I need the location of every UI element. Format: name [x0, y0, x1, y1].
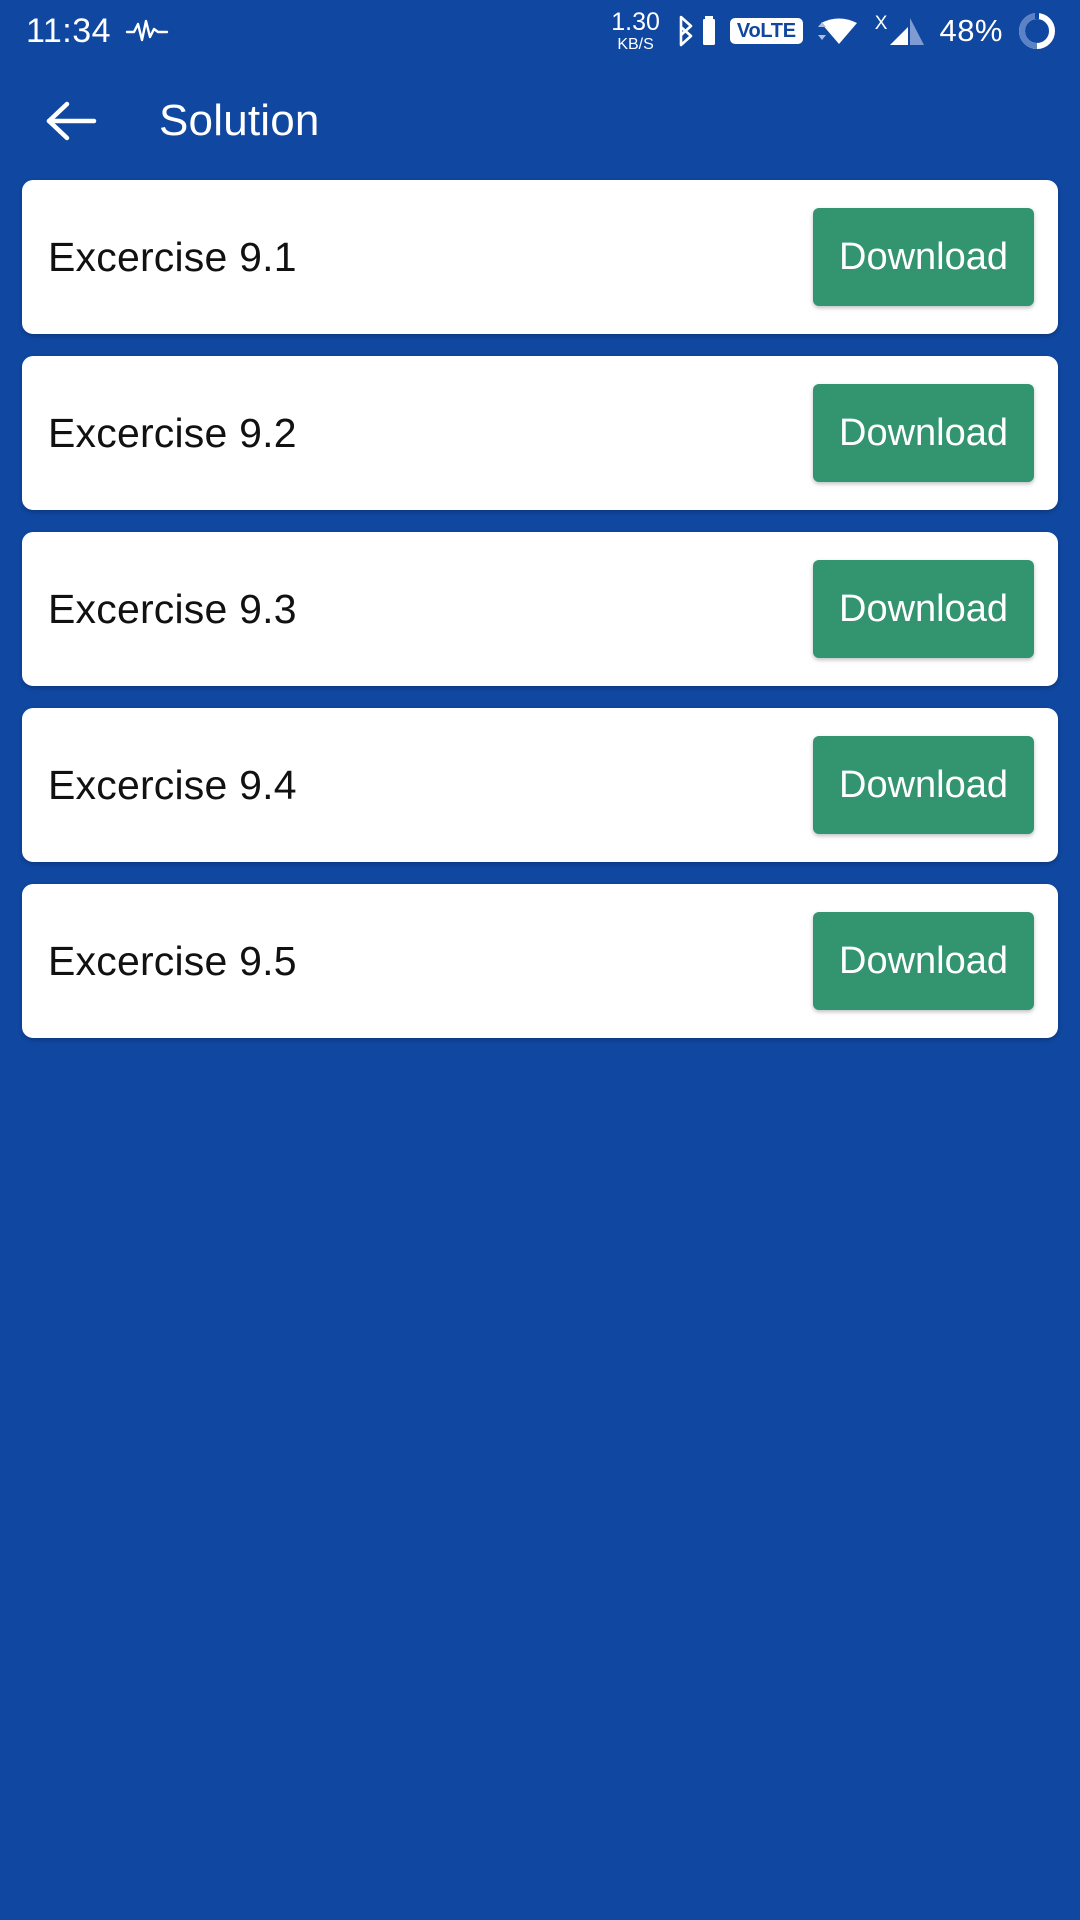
network-speed-indicator: 1.30 KB/S	[611, 7, 660, 53]
download-button[interactable]: Download	[813, 912, 1034, 1010]
exercise-label: Excercise 9.2	[48, 409, 297, 456]
status-bar-left: 11:34	[26, 14, 169, 48]
battery-ring-icon	[1019, 12, 1055, 49]
volte-badge: VoLTE	[729, 18, 803, 44]
wifi-icon	[816, 14, 862, 48]
exercise-label: Excercise 9.4	[48, 761, 297, 808]
status-bar-right: 1.30 KB/S VoLTE X 48%	[611, 7, 1058, 53]
download-button[interactable]: Download	[813, 384, 1034, 482]
pulse-icon	[125, 19, 169, 42]
signal-no-sim-mark: X	[874, 13, 888, 34]
list-item[interactable]: Excercise 9.4 Download	[22, 708, 1058, 862]
download-button[interactable]: Download	[813, 736, 1034, 834]
battery-percent-label: 48%	[939, 13, 1003, 48]
network-speed-unit: KB/S	[617, 35, 654, 53]
app-bar: Solution	[0, 62, 1080, 180]
bluetooth-battery-icon	[702, 16, 715, 45]
status-clock: 11:34	[26, 12, 112, 50]
download-button[interactable]: Download	[813, 560, 1034, 658]
exercise-list: Excercise 9.1 Download Excercise 9.2 Dow…	[0, 180, 1080, 1038]
list-item[interactable]: Excercise 9.2 Download	[22, 356, 1058, 510]
bluetooth-battery-group	[673, 13, 717, 49]
list-item[interactable]: Excercise 9.1 Download	[22, 180, 1058, 334]
exercise-label: Excercise 9.3	[48, 585, 297, 632]
download-button[interactable]: Download	[813, 208, 1034, 306]
back-button[interactable]	[40, 89, 104, 153]
signal-bars-icon: X	[875, 14, 927, 48]
network-speed-value: 1.30	[611, 7, 660, 36]
arrow-left-icon	[46, 101, 97, 141]
list-item[interactable]: Excercise 9.5 Download	[22, 884, 1058, 1038]
exercise-label: Excercise 9.1	[48, 233, 297, 280]
status-bar: 11:34 1.30 KB/S VoLTE X 48%	[0, 0, 1080, 62]
exercise-label: Excercise 9.5	[48, 937, 297, 984]
page-title: Solution	[159, 96, 320, 145]
list-item[interactable]: Excercise 9.3 Download	[22, 532, 1058, 686]
bluetooth-icon	[679, 15, 693, 47]
